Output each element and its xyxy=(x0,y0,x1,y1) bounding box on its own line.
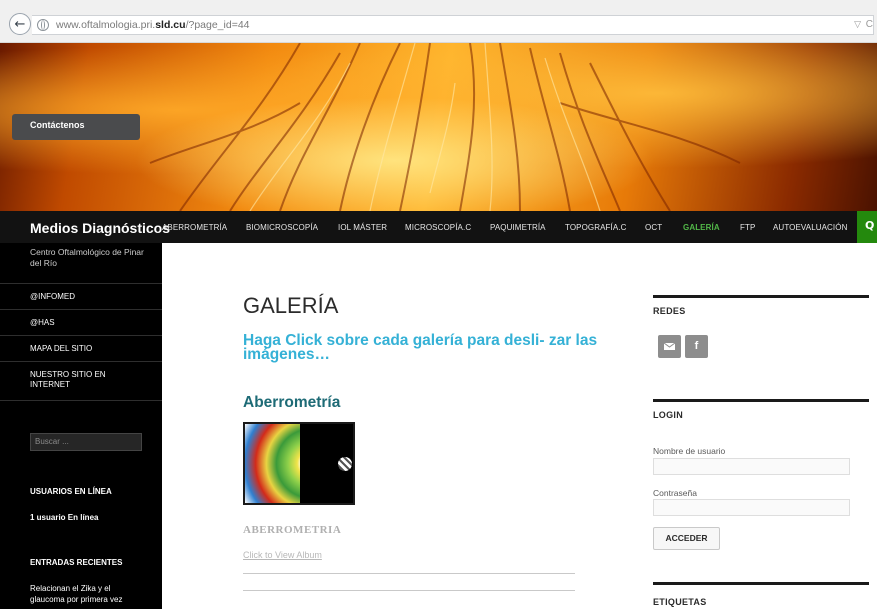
sidebar-divider xyxy=(0,309,162,310)
back-arrow-icon[interactable]: ← xyxy=(9,13,31,35)
header-banner-image: Contáctenos xyxy=(0,43,877,211)
gallery-title: Aberrometría xyxy=(243,394,341,411)
users-online-heading: USUARIOS EN LÍNEA xyxy=(30,487,112,496)
nav-item-topografia[interactable]: TOPOGRAFÍA.C xyxy=(565,223,627,232)
username-label: Nombre de usuario xyxy=(653,446,726,456)
url-text: www.oftalmologia.pri.sld.cu/?page_id=44 xyxy=(56,19,250,31)
widget-top-border xyxy=(653,295,869,298)
sidebar-link-nuestro-sitio[interactable]: NUESTRO SITIO EN INTERNET xyxy=(30,370,120,390)
aberrometry-map-image xyxy=(245,424,300,503)
sidebar-divider xyxy=(0,361,162,362)
sidebar-link-has[interactable]: @HAS xyxy=(30,318,150,328)
facebook-icon[interactable]: f xyxy=(685,335,708,358)
sidebar-link-infomed[interactable]: @INFOMED xyxy=(30,292,150,302)
login-widget-title: LOGIN xyxy=(653,410,683,420)
main-navigation: Medios Diagnósticos ABERROMETRÍA BIOMICR… xyxy=(0,211,877,243)
nav-item-iol-master[interactable]: IOL MÁSTER xyxy=(338,223,387,232)
redes-widget-title: REDES xyxy=(653,306,686,316)
username-field[interactable] xyxy=(653,458,850,475)
url-dropdown-icon[interactable]: ▽ xyxy=(854,19,861,30)
sidebar-search-input[interactable]: Buscar ... xyxy=(30,433,142,451)
contact-button[interactable]: Contáctenos xyxy=(12,114,140,140)
widget-top-border xyxy=(653,399,869,402)
recent-post-link[interactable]: Relacionan el Zika y el glaucoma por pri… xyxy=(30,583,130,605)
recent-posts-heading: ENTRADAS RECIENTES xyxy=(30,558,123,567)
sidebar-divider xyxy=(0,400,162,401)
view-album-link[interactable]: Click to View Album xyxy=(243,550,322,560)
widget-top-border xyxy=(653,582,869,585)
content-divider xyxy=(243,590,575,591)
password-label: Contraseña xyxy=(653,488,697,498)
nav-item-microscopia[interactable]: MICROSCOPÍA.C xyxy=(405,223,471,232)
left-sidebar: Centro Oftalmológico de Pinar del Río @I… xyxy=(0,243,162,609)
sidebar-divider xyxy=(0,335,162,336)
aberrometry-pattern-image xyxy=(338,457,352,471)
mail-icon[interactable] xyxy=(658,335,681,358)
sidebar-divider xyxy=(0,283,162,284)
gallery-intro-text: Haga Click sobre cada galería para desli… xyxy=(243,332,598,363)
nav-item-ftp[interactable]: FTP xyxy=(740,223,755,232)
nav-item-galeria[interactable]: GALERÍA xyxy=(683,223,720,232)
site-title[interactable]: Medios Diagnósticos xyxy=(30,220,170,236)
login-submit-button[interactable]: ACCEDER xyxy=(653,527,720,550)
users-online-count: 1 usuario En línea xyxy=(30,513,99,522)
search-icon[interactable]: Q xyxy=(857,211,877,243)
password-field[interactable] xyxy=(653,499,850,516)
tags-widget-title: ETIQUETAS xyxy=(653,597,707,607)
page-title: GALERÍA xyxy=(243,293,339,318)
nav-item-paquimetria[interactable]: PAQUIMETRÍA xyxy=(490,223,546,232)
nav-item-autoevaluacion[interactable]: AUTOEVALUACIÓN xyxy=(773,223,847,232)
reload-icon[interactable]: C xyxy=(866,19,873,30)
nav-item-aberrometria[interactable]: ABERROMETRÍA xyxy=(162,223,227,232)
content-divider xyxy=(243,573,575,574)
nav-item-biomicroscopia[interactable]: BIOMICROSCOPÍA xyxy=(246,223,318,232)
site-description: Centro Oftalmológico de Pinar del Río xyxy=(30,247,144,268)
address-bar[interactable]: www.oftalmologia.pri.sld.cu/?page_id=44 … xyxy=(32,15,874,35)
browser-toolbar: ← www.oftalmologia.pri.sld.cu/?page_id=4… xyxy=(0,0,877,43)
sidebar-link-mapa[interactable]: MAPA DEL SITIO xyxy=(30,344,150,354)
album-name[interactable]: ABERROMETRIA xyxy=(243,524,341,536)
nav-item-oct[interactable]: OCT xyxy=(645,223,662,232)
globe-icon xyxy=(37,19,49,31)
album-thumbnail[interactable] xyxy=(243,422,355,505)
